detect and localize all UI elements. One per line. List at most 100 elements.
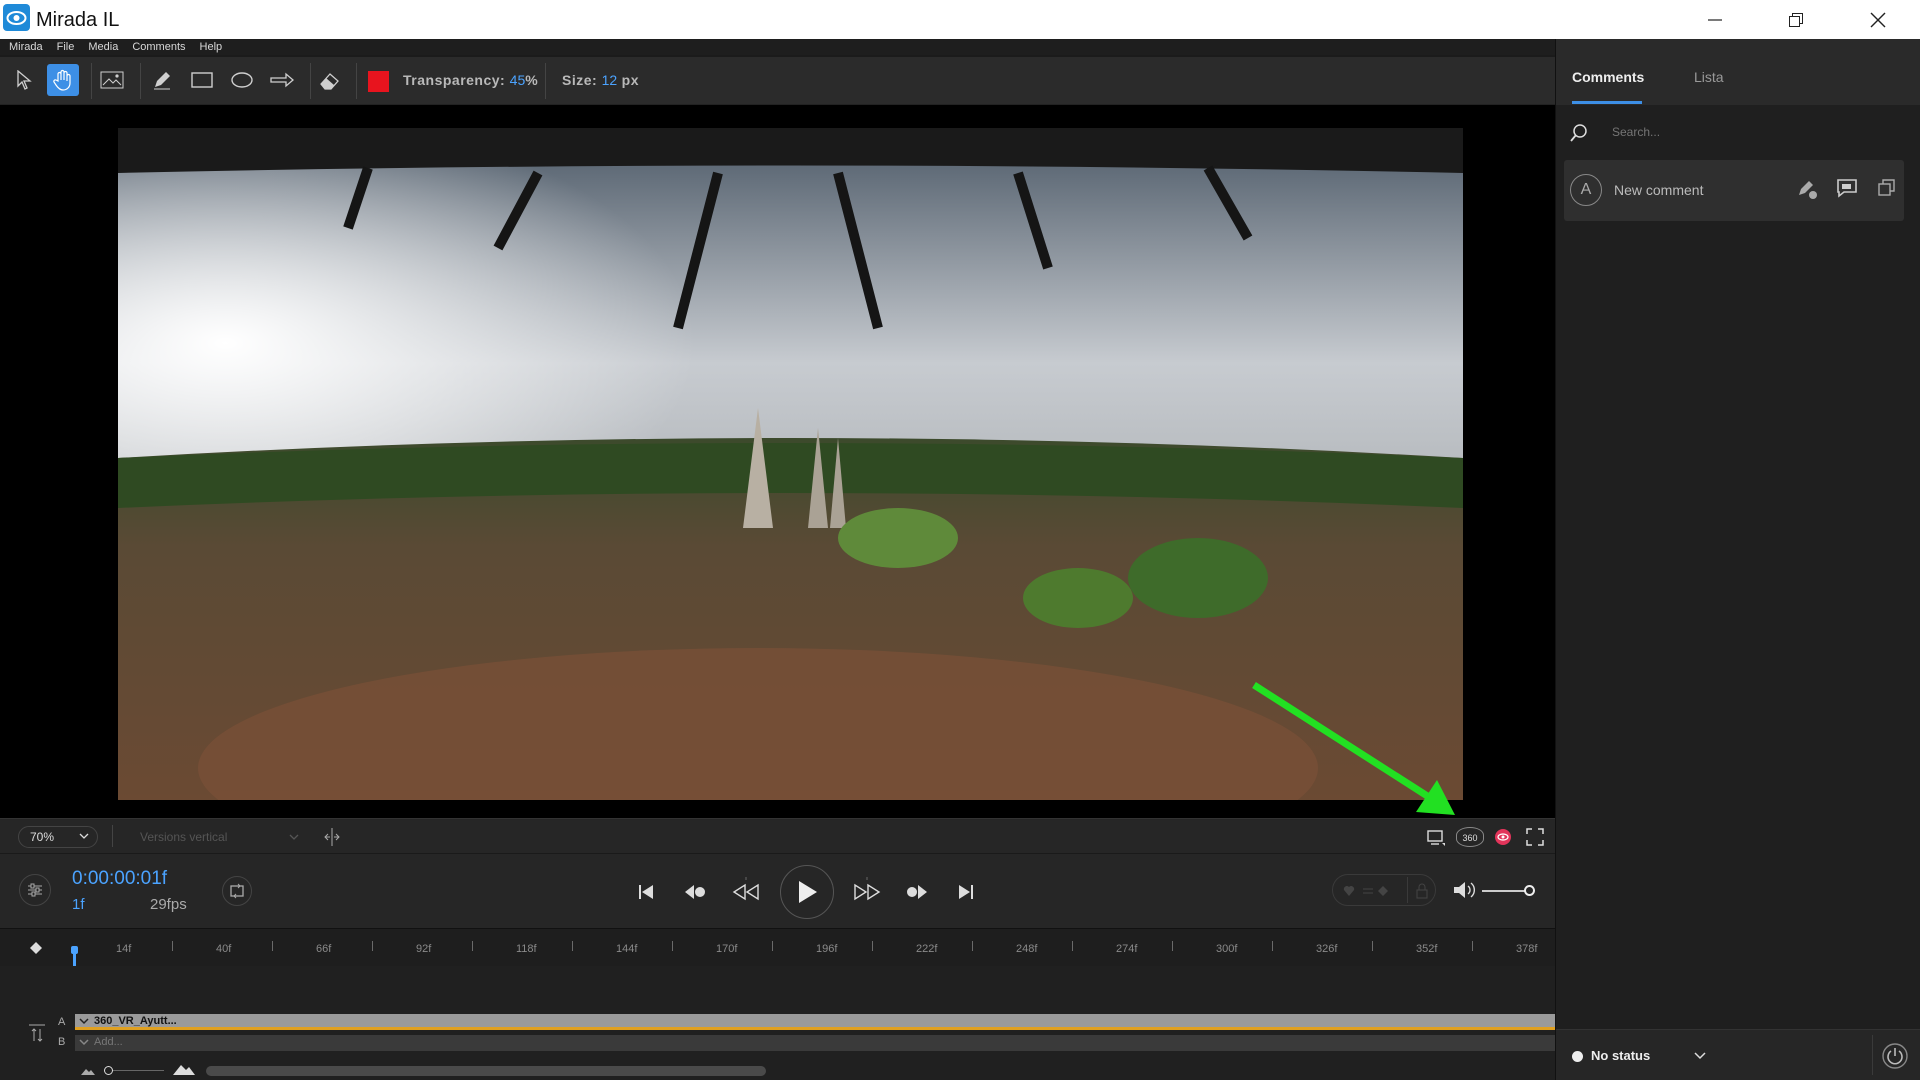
transparency-control[interactable]: Transparency: 45% [403, 72, 538, 90]
ruler-tick [1172, 941, 1173, 951]
transparency-unit: % [525, 72, 539, 88]
select-tool-button[interactable] [8, 64, 40, 96]
track-b-empty[interactable]: Add... [75, 1035, 1555, 1051]
ruler-ticks: 14f 40f 66f 92f 118f 144f 170f 196f 222f 248f 274f… [0, 929, 1573, 967]
menu-item-comments[interactable]: Comments [132, 41, 185, 53]
track-settings-icon[interactable] [28, 1021, 46, 1043]
add-clip-label[interactable]: Add... [94, 1036, 123, 1048]
tab-comments[interactable]: Comments [1572, 69, 1644, 85]
video-comment-icon[interactable] [1836, 178, 1858, 198]
skip-to-end-icon[interactable] [958, 883, 974, 901]
search-input[interactable] [1612, 121, 1902, 143]
comments-panel: Comments Lista A New comment No status [1555, 39, 1920, 1080]
search-icon [1570, 124, 1587, 142]
next-marker-icon[interactable] [906, 883, 928, 901]
zoom-out-mountain-icon[interactable] [80, 1066, 96, 1076]
previous-marker-icon[interactable] [684, 883, 706, 901]
window-title: Mirada IL [36, 9, 120, 31]
display-mode-icon[interactable] [1426, 829, 1446, 847]
loop-button[interactable] [222, 876, 252, 906]
view-360-label: 360 [1462, 833, 1478, 843]
menu-item-media[interactable]: Media [88, 41, 118, 53]
zoom-in-mountain-icon[interactable] [172, 1062, 196, 1076]
pen-tool-button[interactable] [146, 64, 178, 96]
timeline-settings-button[interactable] [19, 874, 51, 906]
chevron-down-icon [79, 833, 89, 839]
size-control[interactable]: Size: 12 px [562, 72, 639, 90]
chevron-down-icon[interactable] [79, 1018, 89, 1026]
video-clip-track-a[interactable]: 360_VR_Ayutt... [75, 1014, 1555, 1030]
volume-slider-handle[interactable] [1524, 885, 1535, 896]
size-value[interactable]: 12 [602, 72, 618, 88]
timeline-zoom-handle[interactable] [104, 1066, 113, 1075]
app-logo-icon [3, 4, 30, 31]
menu-item-file[interactable]: File [57, 41, 75, 53]
lock-icon[interactable] [1415, 883, 1429, 899]
menu-item-help[interactable]: Help [200, 41, 223, 53]
ruler-tick-label: 14f [116, 943, 132, 955]
ruler-tick [972, 941, 973, 951]
chevron-down-icon[interactable] [1694, 1052, 1706, 1060]
volume-icon[interactable] [1453, 880, 1477, 900]
marker-controls-group [1332, 874, 1436, 906]
new-comment-label[interactable]: New comment [1614, 182, 1703, 198]
versions-value: Versions vertical [140, 830, 228, 844]
pencil-icon [154, 72, 170, 90]
close-button[interactable] [1838, 0, 1918, 39]
drawing-toolbar: Transparency: 45% Size: 12 px [0, 57, 1555, 105]
ellipse-tool-button[interactable] [226, 64, 258, 96]
visibility-eye-icon[interactable] [1494, 828, 1512, 846]
annotation-arrow-icon [1252, 682, 1455, 815]
ruler-tick-label: 92f [416, 943, 432, 955]
ruler-tick-label: 144f [616, 943, 638, 955]
chevron-down-icon[interactable] [79, 1039, 89, 1047]
ellipse-icon [231, 72, 253, 88]
ruler-tick-label: 118f [516, 943, 537, 955]
status-bar: No status [1556, 1029, 1920, 1080]
loop-icon [230, 883, 244, 899]
ruler-tick [472, 941, 473, 951]
volume-slider-track[interactable] [1482, 890, 1526, 892]
zoom-select[interactable]: 70% [18, 826, 98, 848]
split-view-icon[interactable] [324, 827, 340, 847]
fast-forward-icon[interactable] [852, 876, 882, 906]
new-comment-box[interactable]: A New comment [1564, 160, 1904, 221]
view-360-button[interactable]: 360 [1456, 827, 1484, 847]
ruler-tick [272, 941, 273, 951]
rewind-icon[interactable] [731, 876, 761, 906]
transparency-value[interactable]: 45 [510, 72, 526, 88]
fullscreen-icon[interactable] [1526, 828, 1544, 846]
power-icon[interactable] [1881, 1042, 1909, 1070]
rectangle-tool-button[interactable] [186, 64, 218, 96]
tab-lista[interactable]: Lista [1694, 69, 1724, 85]
image-icon [100, 71, 124, 89]
minimize-button[interactable] [1675, 0, 1755, 39]
skip-to-start-icon[interactable] [638, 883, 654, 901]
video-viewer[interactable] [0, 105, 1555, 818]
timeline-scrollbar[interactable] [206, 1066, 766, 1076]
size-unit: px [621, 72, 640, 88]
copy-icon[interactable] [1878, 179, 1896, 197]
timecode-display[interactable]: 0:00:00:01f [72, 868, 167, 890]
status-dot [1572, 1051, 1583, 1062]
image-tool-button[interactable] [96, 64, 128, 96]
status-select[interactable]: No status [1591, 1048, 1650, 1063]
timeline-ruler[interactable]: 14f 40f 66f 92f 118f 144f 170f 196f 222f 248f 274f… [0, 928, 1573, 969]
ruler-tick-label: 300f [1216, 943, 1238, 955]
ruler-tick [872, 941, 873, 951]
arrow-tool-button[interactable] [266, 64, 298, 96]
minimize-icon [1708, 18, 1722, 21]
eraser-tool-button[interactable] [314, 64, 346, 96]
timeline-zoom-slider[interactable] [104, 1070, 164, 1071]
sliders-icon [28, 883, 42, 897]
size-label: Size: [562, 72, 598, 88]
color-picker-button[interactable] [368, 71, 389, 92]
panel-tabs: Comments Lista [1556, 39, 1920, 105]
view-options-bar: 70% Versions vertical 360 [0, 818, 1555, 853]
timeline-tracks: A B 360_VR_Ayutt... Add... [0, 966, 1555, 1080]
play-button[interactable] [780, 865, 834, 919]
restore-button[interactable] [1756, 0, 1836, 39]
draw-comment-icon[interactable] [1796, 178, 1818, 200]
pan-tool-button[interactable] [47, 64, 79, 96]
menu-item-mirada[interactable]: Mirada [9, 41, 43, 53]
